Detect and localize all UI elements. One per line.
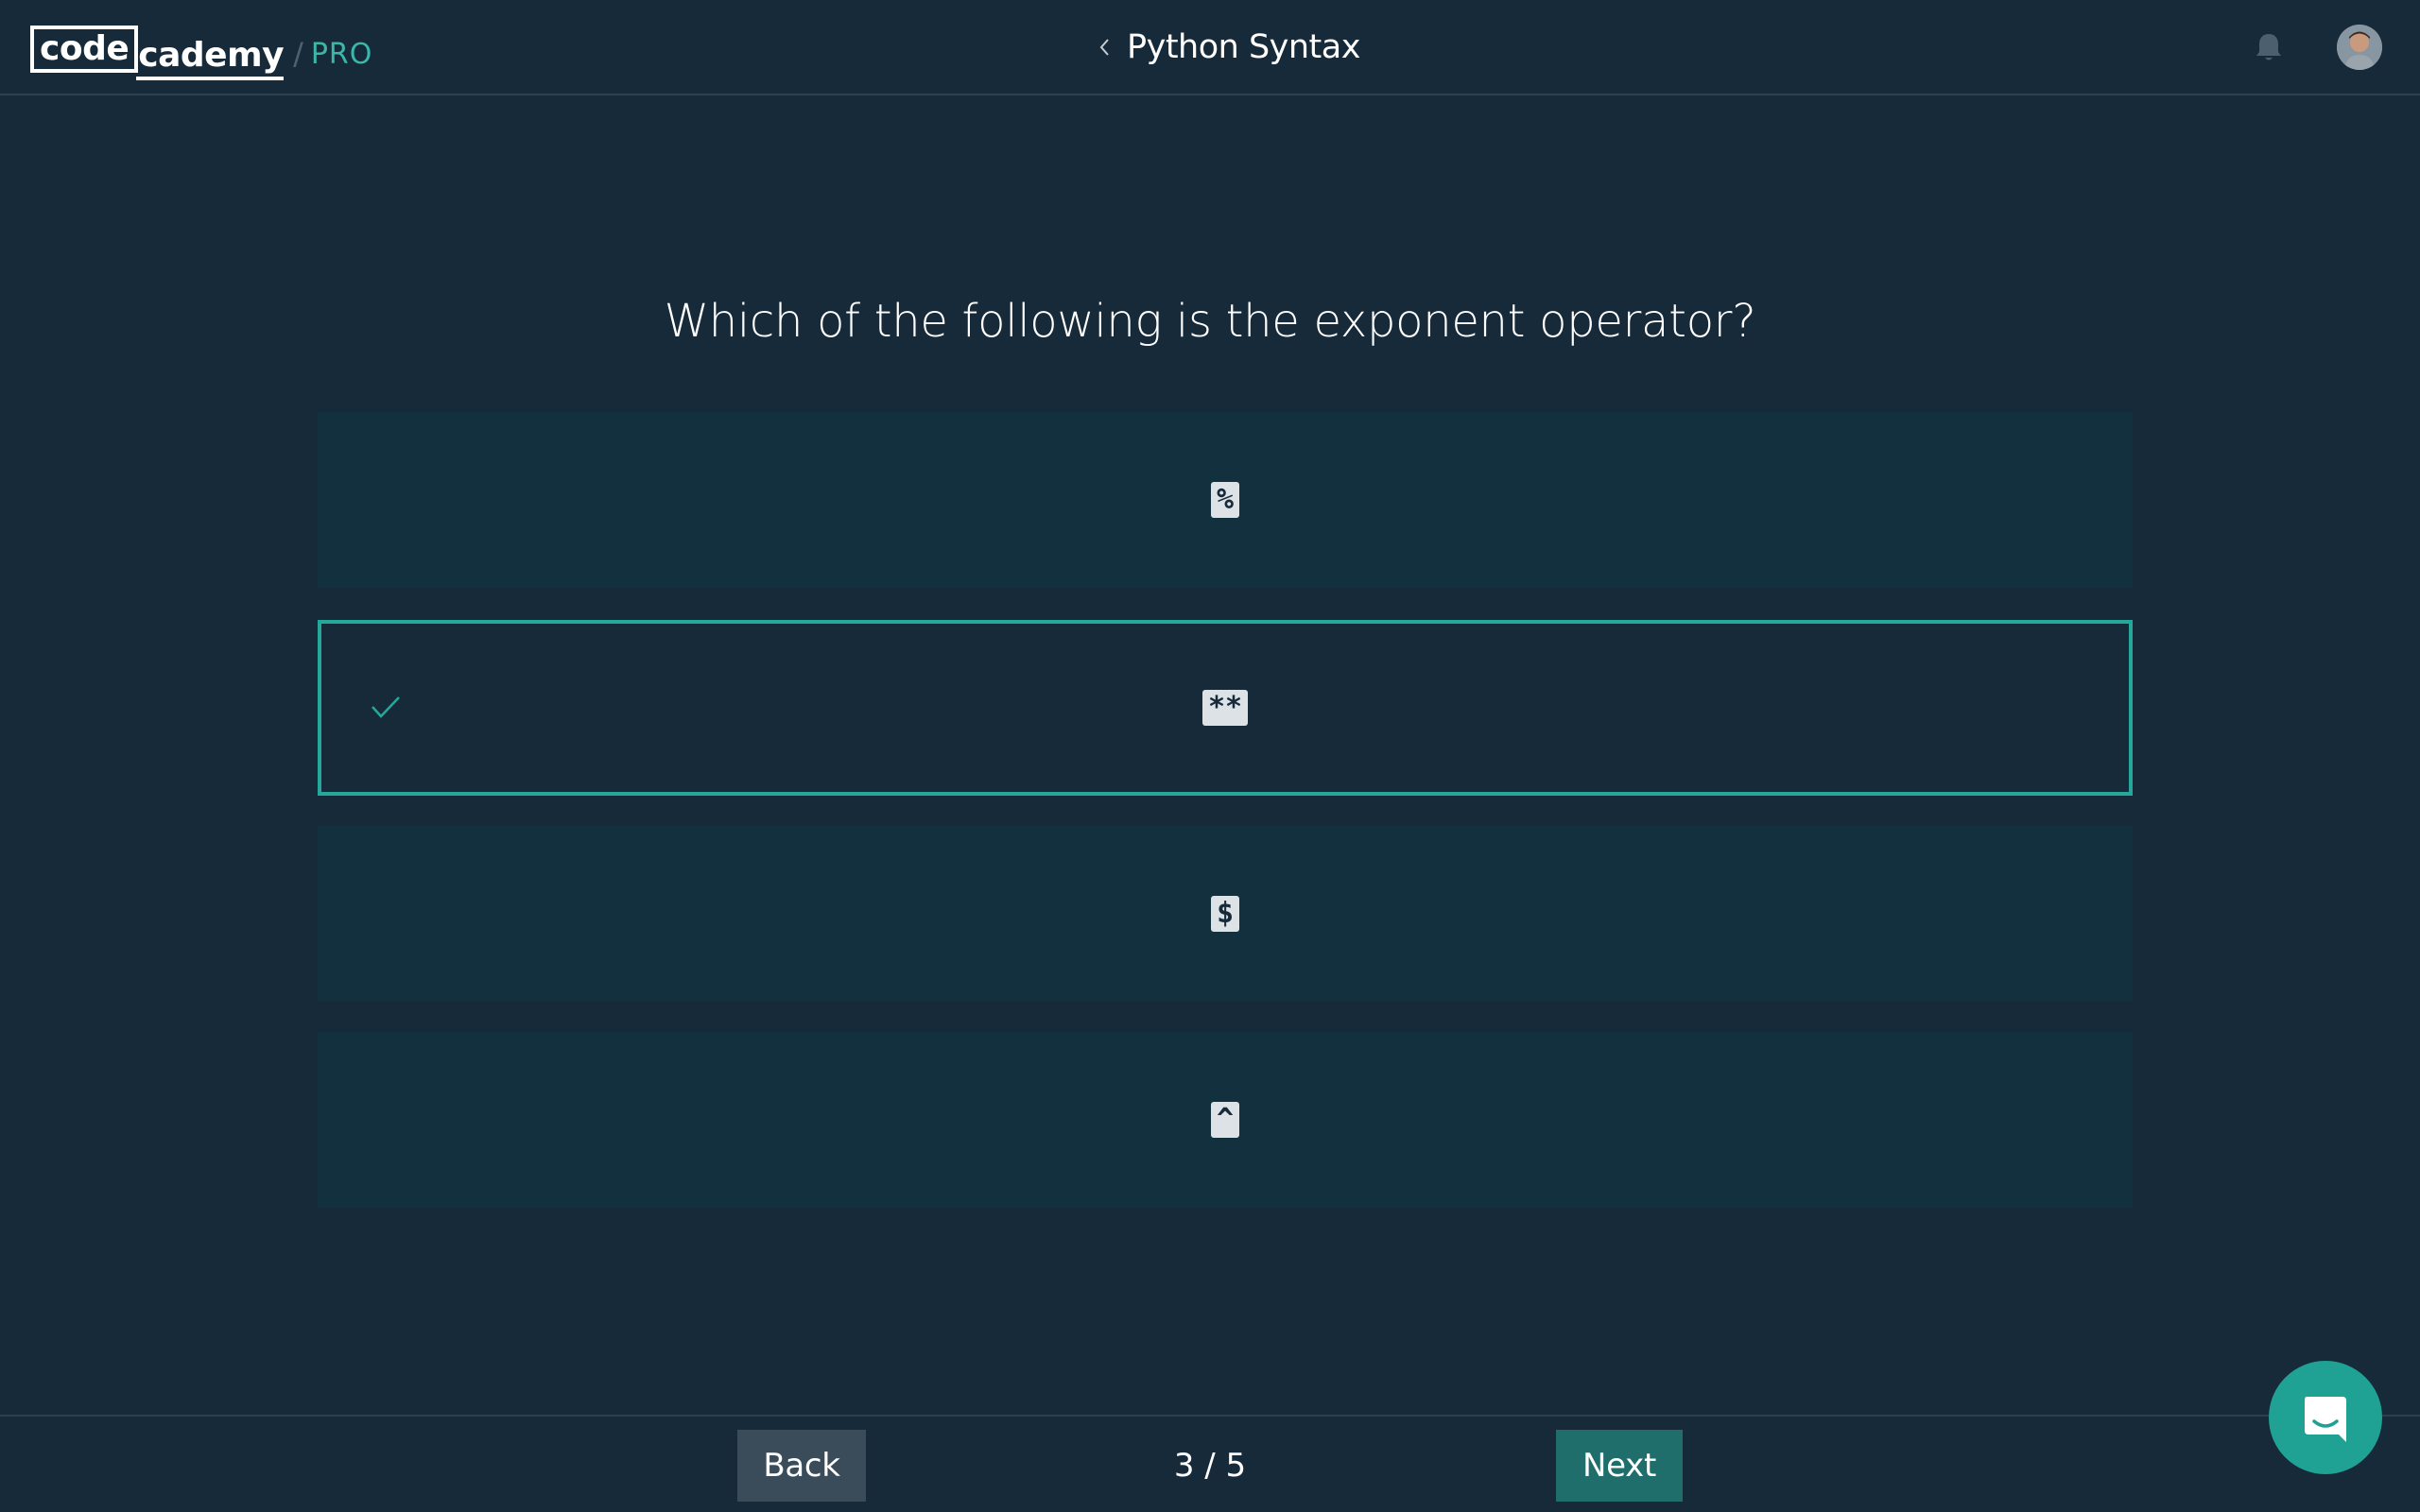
logo-pro-text: PRO xyxy=(310,37,373,71)
logo-cademy-text: cademy xyxy=(136,37,285,80)
option-code: ^ xyxy=(1210,1102,1240,1138)
logo-code-text: code xyxy=(30,26,139,73)
answer-option[interactable]: ^ xyxy=(318,1032,2133,1208)
chevron-left-icon xyxy=(1099,39,1109,56)
bell-icon[interactable] xyxy=(2252,30,2286,64)
chat-icon xyxy=(2305,1397,2346,1442)
quiz-app: code cademy / PRO Python Syntax Which of… xyxy=(0,0,2420,1512)
option-code: ** xyxy=(1201,690,1249,726)
logo-separator: / xyxy=(293,36,303,72)
top-bar: code cademy / PRO Python Syntax xyxy=(0,0,2420,95)
user-avatar[interactable] xyxy=(2337,25,2382,70)
avatar-image xyxy=(2337,25,2382,70)
course-breadcrumb[interactable]: Python Syntax xyxy=(1097,23,1360,72)
option-code: $ xyxy=(1210,896,1240,932)
answer-option-selected[interactable]: ** xyxy=(318,620,2133,796)
question-text: Which of the following is the exponent o… xyxy=(664,295,1756,348)
progress-indicator: 3 / 5 xyxy=(1173,1447,1247,1485)
back-button[interactable]: Back xyxy=(737,1430,866,1502)
option-code: % xyxy=(1210,482,1240,518)
next-button[interactable]: Next xyxy=(1556,1430,1683,1502)
answer-option[interactable]: $ xyxy=(318,826,2133,1002)
quiz-footer: Back 3 / 5 Next xyxy=(0,1415,2420,1512)
answer-option[interactable]: % xyxy=(318,412,2133,588)
chat-launcher-button[interactable] xyxy=(2269,1361,2382,1474)
check-icon xyxy=(372,696,400,718)
course-title: Python Syntax xyxy=(1127,28,1360,66)
codecademy-pro-logo[interactable]: code cademy / PRO xyxy=(30,25,373,80)
